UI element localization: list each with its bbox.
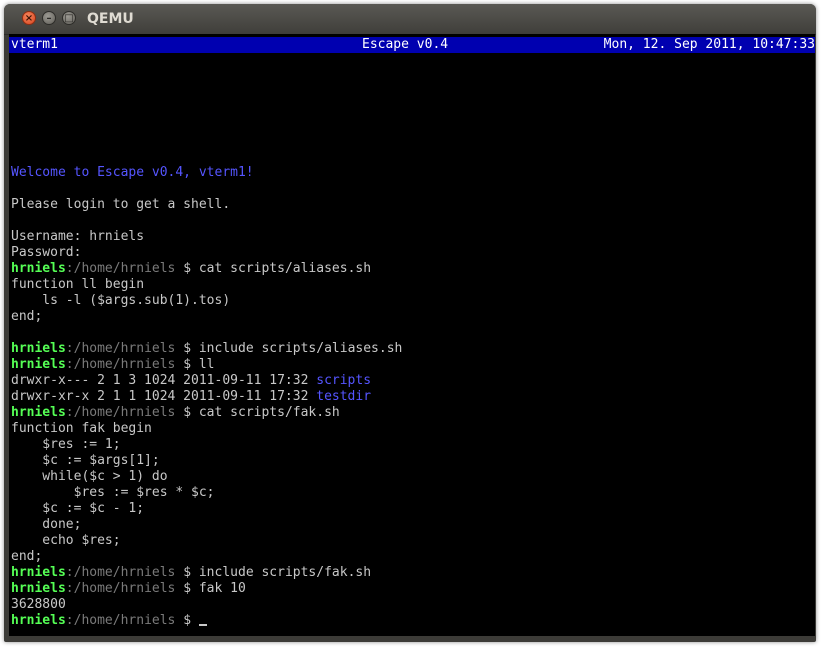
prompt-symbol: $ xyxy=(175,341,199,356)
output-line: $c := $c - 1; xyxy=(11,501,145,516)
prompt-line: hrniels:/home/hrniels $ cat scripts/fak.… xyxy=(11,405,811,421)
username-line: Username: hrniels xyxy=(11,229,145,244)
active-prompt-line[interactable]: hrniels:/home/hrniels $ xyxy=(11,613,811,629)
output-line: echo $res; xyxy=(11,533,121,548)
prompt-line: hrniels:/home/hrniels $ include scripts/… xyxy=(11,565,811,581)
prompt-symbol: $ xyxy=(175,357,199,372)
ls-row: drwxr-xr-x 2 1 1 1024 2011-09-11 17:32 t… xyxy=(11,389,811,405)
prompt-user: hrniels xyxy=(11,613,66,628)
status-datetime: Mon, 12. Sep 2011, 10:47:33 xyxy=(603,37,815,52)
close-window-icon[interactable]: × xyxy=(22,11,36,25)
text-cursor xyxy=(198,624,207,626)
login-message: Please login to get a shell. xyxy=(11,197,231,212)
output-line: done; xyxy=(11,517,82,532)
prompt-user: hrniels xyxy=(11,581,66,596)
command-text: include scripts/fak.sh xyxy=(198,565,372,580)
prompt-symbol: $ xyxy=(175,261,199,276)
prompt-line: hrniels:/home/hrniels $ include scripts/… xyxy=(11,341,811,357)
output-line: ls -l ($args.sub(1).tos) xyxy=(11,293,231,308)
prompt-user: hrniels xyxy=(11,261,66,276)
ls-row: drwxr-x--- 2 1 3 1024 2011-09-11 17:32 s… xyxy=(11,373,811,389)
minimize-window-icon[interactable]: – xyxy=(42,11,56,25)
maximize-window-icon[interactable]: □ xyxy=(62,11,76,25)
output-line: while($c > 1) do xyxy=(11,469,168,484)
status-terminal-name: vterm1 xyxy=(11,37,58,52)
command-text: cat scripts/aliases.sh xyxy=(198,261,372,276)
output-line: end; xyxy=(11,309,43,324)
ls-directory-name: testdir xyxy=(316,389,372,404)
prompt-path: :/home/hrniels xyxy=(65,565,176,580)
ls-attributes: drwxr-xr-x 2 1 1 1024 2011-09-11 17:32 xyxy=(11,389,317,404)
output-line: $res := $res * $c; xyxy=(11,485,215,500)
output-line: $res := 1; xyxy=(11,437,121,452)
prompt-symbol: $ xyxy=(175,581,199,596)
prompt-user: hrniels xyxy=(11,565,66,580)
password-line: Password: xyxy=(11,245,82,260)
status-os-version: Escape v0.4 xyxy=(362,37,449,52)
prompt-user: hrniels xyxy=(11,405,66,420)
prompt-symbol: $ xyxy=(175,565,199,580)
prompt-path: :/home/hrniels xyxy=(65,357,176,372)
prompt-path: :/home/hrniels xyxy=(65,613,176,628)
welcome-message: Welcome to Escape v0.4, vterm1! xyxy=(11,165,254,180)
command-text: fak 10 xyxy=(198,581,246,596)
qemu-window: × – □ QEMU vterm1 Escape v0.4 Mon, 12. S… xyxy=(4,4,816,642)
command-text: cat scripts/fak.sh xyxy=(198,405,340,420)
prompt-symbol: $ xyxy=(175,405,199,420)
status-bar: vterm1 Escape v0.4 Mon, 12. Sep 2011, 10… xyxy=(9,37,815,53)
output-line: function fak begin xyxy=(11,421,152,436)
prompt-path: :/home/hrniels xyxy=(65,261,176,276)
prompt-line: hrniels:/home/hrniels $ cat scripts/alia… xyxy=(11,261,811,277)
output-line: 3628800 xyxy=(11,597,66,612)
prompt-path: :/home/hrniels xyxy=(65,341,176,356)
prompt-user: hrniels xyxy=(11,341,66,356)
prompt-line: hrniels:/home/hrniels $ fak 10 xyxy=(11,581,811,597)
ls-attributes: drwxr-x--- 2 1 3 1024 2011-09-11 17:32 xyxy=(11,373,317,388)
prompt-line: hrniels:/home/hrniels $ ll xyxy=(11,357,811,373)
prompt-user: hrniels xyxy=(11,357,66,372)
command-text: include scripts/aliases.sh xyxy=(198,341,403,356)
console-output: Welcome to Escape v0.4, vterm1! Please l… xyxy=(11,165,811,629)
prompt-path: :/home/hrniels xyxy=(65,581,176,596)
terminal-screen[interactable]: vterm1 Escape v0.4 Mon, 12. Sep 2011, 10… xyxy=(9,34,815,636)
window-title: QEMU xyxy=(87,11,134,27)
command-text: ll xyxy=(198,357,215,372)
output-line: end; xyxy=(11,549,43,564)
output-line: function ll begin xyxy=(11,277,145,292)
prompt-symbol: $ xyxy=(175,613,199,628)
output-line: $c := $args[1]; xyxy=(11,453,160,468)
ls-directory-name: scripts xyxy=(316,373,372,388)
title-bar[interactable]: × – □ QEMU xyxy=(4,4,816,35)
prompt-path: :/home/hrniels xyxy=(65,405,176,420)
